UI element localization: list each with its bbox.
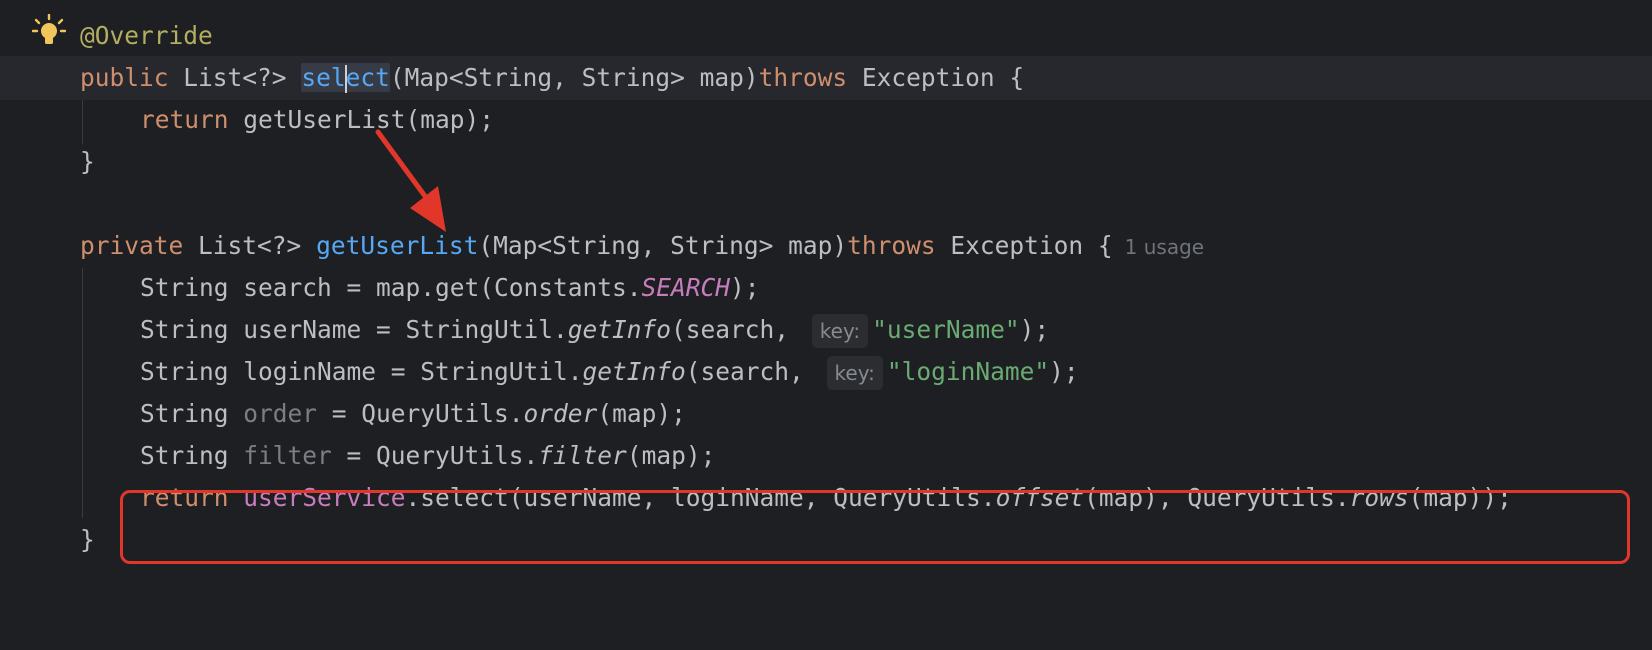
code-editor[interactable]: @Override public List<?> select(Map<Stri… xyxy=(0,0,1652,612)
annotation-highlight-box xyxy=(120,490,1630,564)
